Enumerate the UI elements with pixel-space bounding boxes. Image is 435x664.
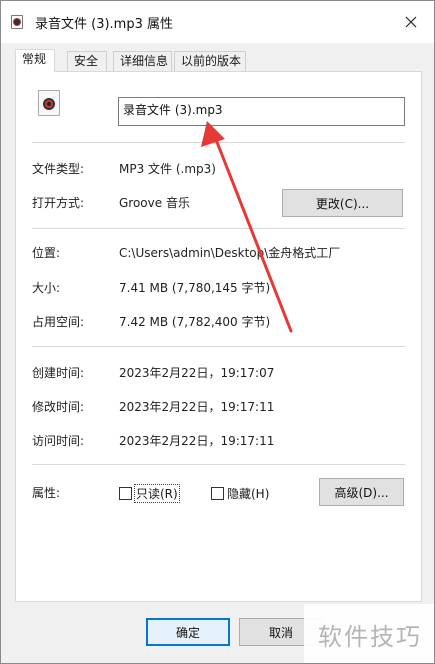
created-value: 2023年2月22日，19:17:07 <box>119 366 275 380</box>
mp3-file-icon <box>11 15 23 29</box>
window-title: 录音文件 (3).mp3 属性 <box>35 17 173 32</box>
checkbox-box[interactable] <box>211 487 224 500</box>
file-type-label: 文件类型: <box>32 162 85 176</box>
close-icon <box>405 16 417 28</box>
tab-general[interactable]: 常规 <box>15 49 55 72</box>
size-label: 大小: <box>32 281 61 295</box>
accessed-value: 2023年2月22日，19:17:11 <box>119 434 275 448</box>
file-type-value: MP3 文件 (.mp3) <box>119 162 216 176</box>
mp3-file-icon <box>38 90 60 116</box>
open-with-value: Groove 音乐 <box>119 196 190 210</box>
accessed-label: 访问时间: <box>32 434 85 448</box>
tab-previous-versions[interactable]: 以前的版本 <box>174 51 246 71</box>
change-button[interactable]: 更改(C)... <box>282 189 403 217</box>
open-with-label: 打开方式: <box>32 196 85 210</box>
location-value: C:\Users\admin\Desktop\金舟格式工厂 <box>119 246 341 260</box>
size-on-disk-value: 7.42 MB (7,782,400 字节) <box>119 315 271 329</box>
hidden-checkbox-label: 隐藏(H) <box>227 487 270 501</box>
readonly-checkbox[interactable]: 只读(R) <box>119 484 180 503</box>
hidden-checkbox[interactable]: 隐藏(H) <box>211 485 269 502</box>
divider <box>32 142 405 143</box>
divider <box>32 346 405 347</box>
size-on-disk-label: 占用空间: <box>32 315 85 329</box>
watermark: 软件技巧 <box>304 604 434 663</box>
general-panel: 录音文件 (3).mp3 文件类型: MP3 文件 (.mp3) 打开方式: G… <box>15 71 422 602</box>
close-button[interactable] <box>388 1 434 43</box>
divider <box>32 464 405 465</box>
created-label: 创建时间: <box>32 366 85 380</box>
readonly-checkbox-label: 只读(R) <box>134 484 180 503</box>
location-label: 位置: <box>32 246 61 260</box>
ok-button[interactable]: 确定 <box>146 618 230 646</box>
divider <box>32 228 405 229</box>
tab-security[interactable]: 安全 <box>67 51 107 71</box>
checkbox-box[interactable] <box>119 487 132 500</box>
size-value: 7.41 MB (7,780,145 字节) <box>119 281 271 295</box>
modified-value: 2023年2月22日，19:17:11 <box>119 400 275 414</box>
attributes-label: 属性: <box>32 486 61 500</box>
tab-details[interactable]: 详细信息 <box>113 51 172 71</box>
modified-label: 修改时间: <box>32 400 85 414</box>
advanced-button[interactable]: 高级(D)... <box>319 478 404 506</box>
title-bar: 录音文件 (3).mp3 属性 <box>1 1 434 43</box>
file-name-input[interactable]: 录音文件 (3).mp3 <box>118 97 405 126</box>
properties-dialog: 录音文件 (3).mp3 属性 常规 安全 详细信息 以前的版本 录音文件 (3… <box>0 0 435 664</box>
